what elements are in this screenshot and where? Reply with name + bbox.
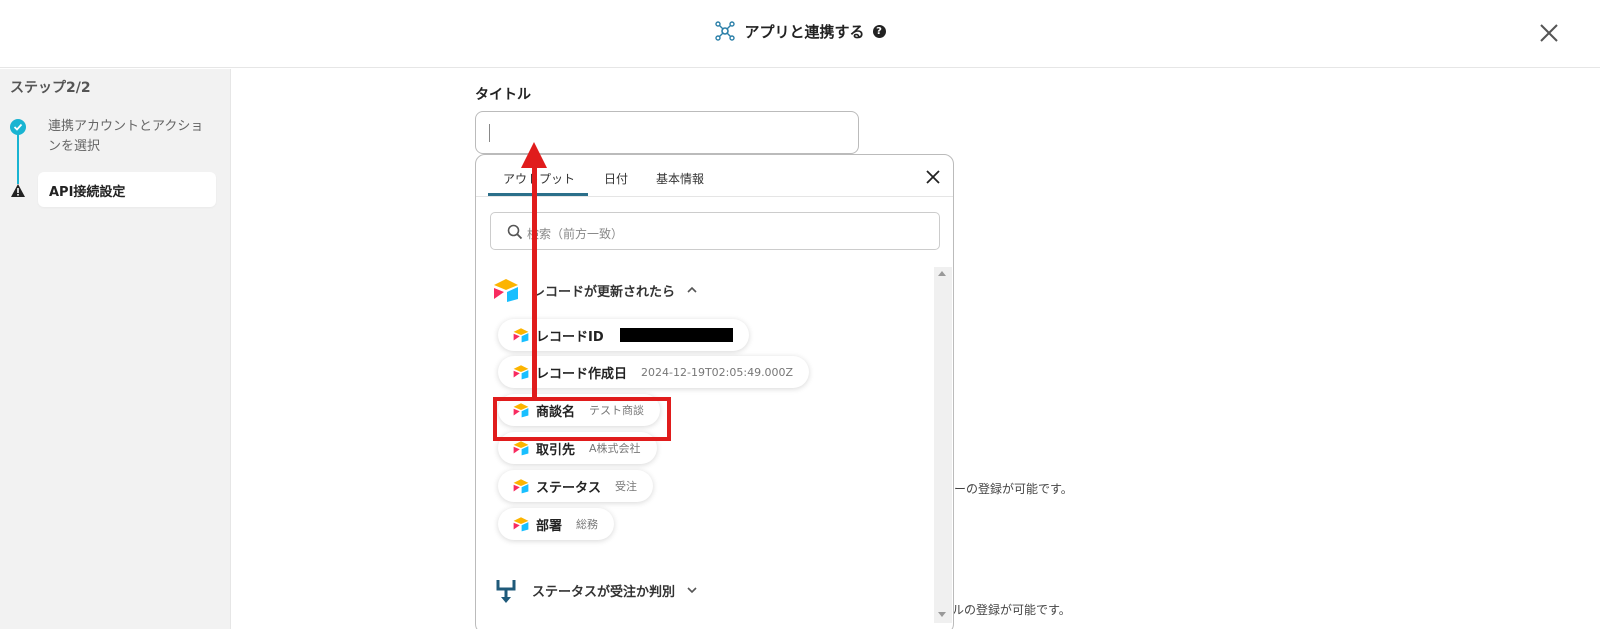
annotation-arrow-shaft — [532, 160, 537, 398]
chip-value: A株式会社 — [589, 442, 641, 455]
active-tab-indicator — [488, 193, 588, 196]
step-connector — [17, 134, 19, 184]
annotation-highlight-box — [493, 397, 671, 441]
airtable-icon — [513, 441, 529, 456]
chip-name: 部署 — [536, 518, 563, 534]
hint-text-1: バーの登録が可能です。 — [942, 482, 1073, 496]
output-chip-department[interactable]: 部署 総務 — [498, 508, 615, 540]
title-label: タイトル — [475, 87, 531, 103]
scroll-up-arrow[interactable] — [938, 271, 946, 276]
airtable-icon — [513, 365, 529, 380]
section-title: ステータスが受注か判別 — [532, 584, 676, 600]
chip-value: 総務 — [576, 518, 599, 531]
scrollbar[interactable] — [934, 267, 952, 623]
airtable-icon — [513, 479, 529, 494]
chip-name: レコード作成日 — [536, 366, 628, 382]
branch-icon — [496, 580, 516, 603]
text-caret — [489, 124, 490, 142]
network-icon — [715, 21, 736, 41]
chip-name: レコードID — [536, 329, 604, 345]
section-title: レコードが更新されたら — [532, 284, 676, 300]
annotation-arrow-head — [521, 142, 547, 168]
check-icon — [10, 119, 26, 135]
close-icon[interactable] — [925, 169, 941, 185]
chip-name: ステータス — [536, 480, 602, 496]
section-record-updated[interactable]: レコードが更新されたら — [492, 277, 697, 303]
hint-text-2: ルの登録が可能です。 — [952, 603, 1071, 617]
redacted-value — [619, 328, 733, 342]
search-icon — [507, 224, 523, 240]
sidebar-step-api-settings[interactable]: API接続設定 — [38, 172, 216, 207]
output-chip-status[interactable]: ステータス 受注 — [498, 470, 654, 502]
output-picker-panel: アウトプット 日付 基本情報 検索（前方一致） レコードが更新されたら レコード… — [475, 154, 954, 629]
close-icon[interactable] — [1538, 22, 1560, 44]
modal-header: アプリと連携する ? — [0, 0, 1600, 68]
tab-output[interactable]: アウトプット — [503, 170, 575, 187]
search-input[interactable]: 検索（前方一致） — [490, 212, 940, 250]
chip-value: 受注 — [615, 480, 638, 493]
sidebar-step-select-action[interactable]: 連携アカウントとアクションを選択 — [48, 117, 208, 157]
header-title-group: アプリと連携する ? — [0, 20, 1600, 42]
tab-date[interactable]: 日付 — [604, 170, 628, 187]
scroll-down-arrow[interactable] — [938, 612, 946, 617]
chevron-down-icon — [687, 587, 697, 594]
header-title: アプリと連携する — [744, 22, 865, 41]
airtable-icon — [494, 279, 518, 302]
airtable-icon — [513, 328, 529, 343]
warning-icon — [11, 184, 25, 197]
chip-value: 2024-12-19T02:05:49.000Z — [641, 365, 794, 379]
tab-basic-info[interactable]: 基本情報 — [656, 170, 704, 187]
output-chip-record-created[interactable]: レコード作成日 2024-12-19T02:05:49.000Z — [498, 356, 810, 388]
help-icon[interactable]: ? — [872, 24, 886, 38]
step-counter: ステップ2/2 — [10, 80, 91, 96]
section-status-branch[interactable]: ステータスが受注か判別 — [492, 577, 697, 603]
steps-sidebar: ステップ2/2 連携アカウントとアクションを選択 API接続設定 — [0, 69, 231, 629]
picker-tabs: アウトプット 日付 基本情報 — [476, 155, 953, 197]
chevron-up-icon — [687, 286, 697, 293]
chip-name: 取引先 — [536, 442, 576, 458]
search-placeholder: 検索（前方一致） — [527, 227, 624, 241]
airtable-icon — [513, 517, 529, 532]
